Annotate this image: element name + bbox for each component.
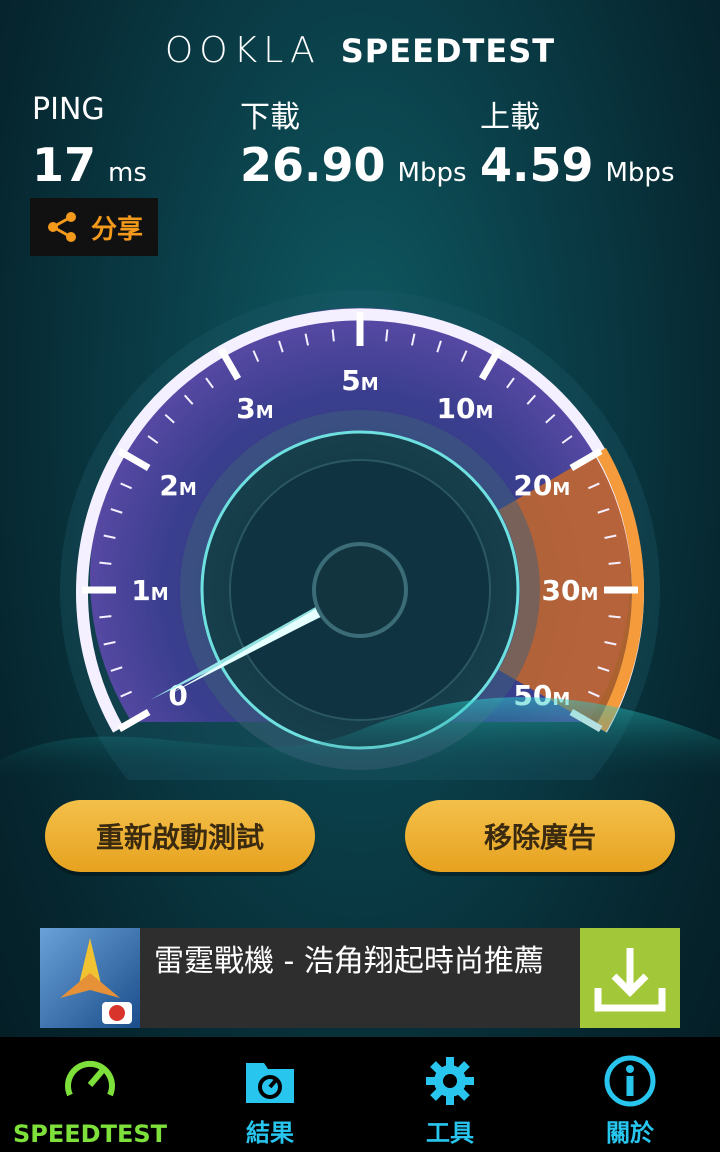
ping-unit: ms [108,158,147,188]
upload-unit: Mbps [605,158,675,188]
gauge-minor-tick [99,615,112,619]
ad-download-button[interactable] [580,928,680,1028]
restart-test-button[interactable]: 重新啟動測試 [45,800,315,872]
share-button[interactable]: 分享 [30,198,158,256]
tab-results[interactable]: 結果 [180,1037,360,1152]
app-logo: OOKLA SPEEDTEST [0,30,720,71]
download-label: 下載 [240,100,300,135]
upload-sparkline [481,213,660,257]
results-folder-icon [246,1063,294,1103]
download-readout: 26.90 Mbps [240,138,467,192]
tab-tools[interactable]: 工具 [360,1037,540,1152]
ad-banner[interactable]: 雷霆戰機 - 浩角翔起時尚推薦 [40,928,680,1028]
gauge-minor-tick [331,329,335,342]
ping-value: 17 [32,138,97,192]
download-icon [594,948,666,1012]
gauge-minor-tick [385,329,389,342]
download-unit: Mbps [397,158,467,188]
speedometer-icon [65,1060,115,1097]
share-label: 分享 [90,214,143,245]
ping-readout: 17 ms [32,138,147,192]
gauge-minor-tick [608,561,621,565]
tab-about[interactable]: 關於 [540,1037,720,1152]
upload-value: 4.59 [480,138,594,192]
tab-label-tools: 工具 [426,1119,474,1147]
gear-icon [426,1057,474,1105]
tab-label-about: 關於 [606,1119,654,1147]
bottom-tab-bar: SPEEDTEST 結果 工具 關於 [0,1037,720,1152]
upload-readout: 4.59 Mbps [480,138,675,192]
upload-label: 上載 [480,100,540,135]
ad-app-thumbnail [40,928,140,1028]
speed-gauge: 01M2M3M5M10M20M30M50M [0,290,720,780]
info-icon [604,1055,656,1107]
tab-label-results: 結果 [246,1119,294,1147]
gauge-tick-label: 0 [168,679,187,712]
jet-fighter-icon [60,938,132,1024]
needle-pivot [312,542,408,638]
tab-label-speedtest: SPEEDTEST [12,1120,167,1148]
ping-label: PING [32,92,105,127]
download-sparkline [241,217,420,257]
gauge-minor-tick [99,561,112,565]
share-icon [47,212,76,242]
ad-title: 雷霆戰機 - 浩角翔起時尚推薦 [154,944,544,979]
remove-ads-button[interactable]: 移除廣告 [405,800,675,872]
tab-speedtest[interactable]: SPEEDTEST [0,1037,180,1152]
download-value: 26.90 [240,138,386,192]
ookla-wordmark: OOKLA [164,30,321,71]
speedtest-wordmark: SPEEDTEST [340,32,556,70]
gauge-minor-tick [608,615,621,619]
